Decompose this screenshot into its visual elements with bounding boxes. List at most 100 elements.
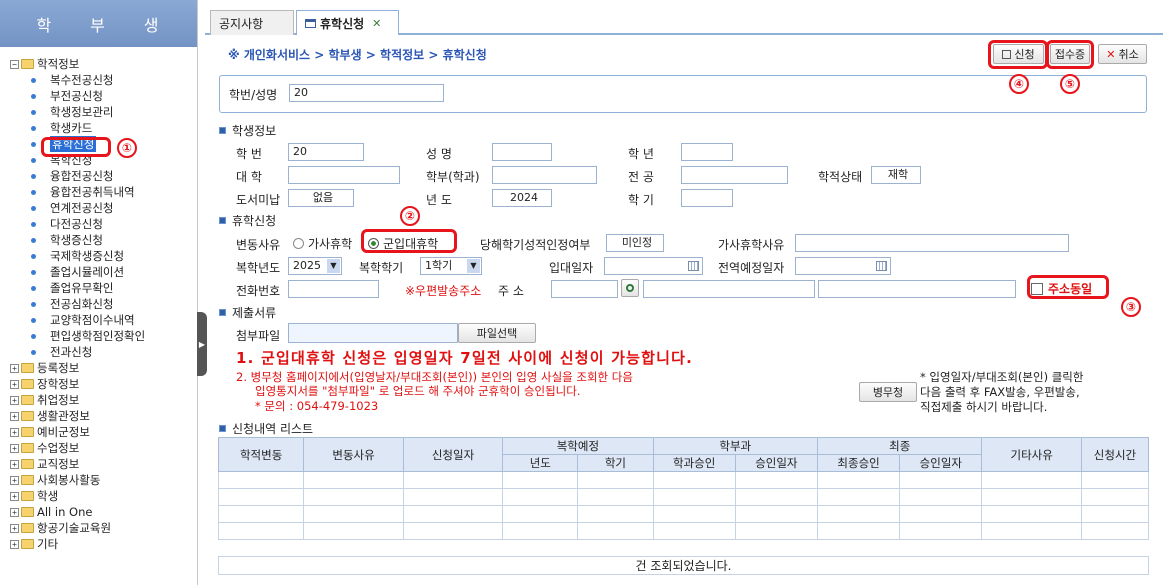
menu-folder[interactable]: + All in One: [10, 504, 145, 520]
menu-item[interactable]: 융합전공취득내역: [10, 184, 145, 200]
table-row[interactable]: [217, 522, 1150, 540]
menu-item[interactable]: 연계전공신청: [10, 200, 145, 216]
expand-icon[interactable]: +: [10, 475, 19, 485]
expand-icon[interactable]: +: [10, 395, 19, 405]
menu-item[interactable]: 전과신청: [10, 344, 145, 360]
family-reason-field[interactable]: [795, 234, 1069, 252]
expand-icon[interactable]: +: [10, 507, 19, 517]
major-field[interactable]: [681, 166, 788, 184]
enlist-date-field[interactable]: [604, 257, 703, 275]
acad-year-field[interactable]: 2024: [492, 189, 552, 207]
menu-item[interactable]: 학생정보관리: [10, 104, 145, 120]
term-field[interactable]: [681, 189, 733, 207]
menu-folder[interactable]: + 사회봉사활동: [10, 472, 145, 488]
file-select-button[interactable]: 파일선택: [458, 323, 536, 343]
expand-icon[interactable]: +: [10, 363, 19, 373]
phone-field[interactable]: [288, 280, 379, 298]
address-line1-field[interactable]: [643, 280, 815, 298]
student-name-field[interactable]: [492, 143, 552, 161]
attachment-field[interactable]: [288, 323, 458, 343]
expand-icon[interactable]: +: [10, 539, 19, 549]
table-cell: [303, 471, 404, 489]
col-header[interactable]: 년도: [502, 454, 579, 472]
menu-folder[interactable]: + 학생: [10, 488, 145, 504]
table-row[interactable]: [217, 488, 1150, 506]
address-line2-field[interactable]: [818, 280, 1016, 298]
col-header[interactable]: 변동사유: [303, 437, 404, 472]
menu-folder[interactable]: + 기타: [10, 536, 145, 552]
discharge-date-field[interactable]: [795, 257, 891, 275]
status-field[interactable]: 재학: [871, 166, 921, 184]
menu-folder[interactable]: + 항공기술교육원: [10, 520, 145, 536]
radio-family-leave[interactable]: 가사휴학: [293, 235, 352, 252]
tab-leave-application[interactable]: 휴학신청 ✕: [296, 10, 399, 35]
menu-folder[interactable]: + 장학정보: [10, 376, 145, 392]
menu-item[interactable]: 부전공신청: [10, 88, 145, 104]
col-header[interactable]: 학과승인: [652, 454, 736, 472]
expand-icon[interactable]: +: [10, 411, 19, 421]
tab-notice[interactable]: 공지사항: [210, 10, 294, 35]
menu-item[interactable]: 복수전공신청: [10, 72, 145, 88]
expand-icon[interactable]: +: [10, 443, 19, 453]
menu-item[interactable]: 융합전공신청: [10, 168, 145, 184]
student-year-field[interactable]: [681, 143, 733, 161]
table-row[interactable]: [217, 505, 1150, 523]
return-term-select[interactable]: 1학기 ▼: [420, 257, 482, 275]
menu-item[interactable]: 다전공신청: [10, 216, 145, 232]
menu-item[interactable]: 학생카드: [10, 120, 145, 136]
menu-item[interactable]: 편입생학점인정확인: [10, 328, 145, 344]
menu-item[interactable]: 교양학점이수내역: [10, 312, 145, 328]
col-header[interactable]: 최종: [816, 437, 983, 455]
col-header[interactable]: 승인일자: [899, 454, 983, 472]
enlist-date-label: 입대일자: [549, 261, 594, 275]
college-field[interactable]: [288, 166, 400, 184]
menu-folder[interactable]: + 생활관정보: [10, 408, 145, 424]
col-header[interactable]: 신청일자: [402, 437, 504, 472]
menu-item[interactable]: 국제학생증신청: [10, 248, 145, 264]
folder-icon: [21, 379, 34, 389]
dept-field[interactable]: [492, 166, 597, 184]
table-row[interactable]: [217, 471, 1150, 489]
expand-icon[interactable]: +: [10, 491, 19, 501]
expand-icon[interactable]: +: [10, 523, 19, 533]
table-cell: [816, 471, 901, 489]
menu-folder[interactable]: + 교직정보: [10, 456, 145, 472]
col-header[interactable]: 기타사유: [981, 437, 1082, 472]
folder-icon: [21, 507, 34, 517]
library-field[interactable]: 없음: [288, 189, 354, 207]
calendar-icon[interactable]: [688, 261, 699, 271]
sidebar-collapse-handle[interactable]: ▶: [197, 312, 207, 376]
expand-icon[interactable]: +: [10, 459, 19, 469]
search-icon[interactable]: [621, 279, 639, 297]
menu-item[interactable]: 전공심화신청: [10, 296, 145, 312]
cancel-button[interactable]: ✕ 취소: [1098, 44, 1147, 64]
menu-folder[interactable]: − 학적정보: [10, 56, 145, 72]
postal-code-field[interactable]: [551, 280, 618, 298]
menu-item[interactable]: 졸업유무확인: [10, 280, 145, 296]
col-header[interactable]: 신청시간: [1080, 437, 1150, 472]
grade-recognition-field[interactable]: 미인정: [606, 234, 664, 252]
col-header[interactable]: 학기: [577, 454, 654, 472]
menu-folder[interactable]: + 등록정보: [10, 360, 145, 376]
col-header[interactable]: 복학예정: [502, 437, 654, 455]
table-cell: [502, 505, 579, 523]
menu-item[interactable]: 졸업시뮬레이션: [10, 264, 145, 280]
mma-button[interactable]: 병무청: [859, 382, 917, 402]
menu-folder[interactable]: + 수업정보: [10, 440, 145, 456]
expand-icon[interactable]: +: [10, 379, 19, 389]
student-search-input[interactable]: 20: [289, 84, 444, 102]
menu-item[interactable]: 학생증신청: [10, 232, 145, 248]
student-id-field[interactable]: 20: [288, 143, 364, 161]
menu-folder[interactable]: + 예비군정보: [10, 424, 145, 440]
return-year-select[interactable]: 2025 ▼: [288, 257, 342, 275]
expand-icon[interactable]: +: [10, 427, 19, 437]
col-header[interactable]: 학부과: [652, 437, 818, 455]
col-header[interactable]: 승인일자: [734, 454, 818, 472]
col-header[interactable]: 학적변동: [217, 437, 305, 472]
calendar-icon[interactable]: [876, 261, 887, 271]
col-header[interactable]: 최종승인: [816, 454, 901, 472]
collapse-icon[interactable]: −: [10, 59, 19, 69]
menu-folder[interactable]: + 취업정보: [10, 392, 145, 408]
close-icon[interactable]: ✕: [372, 17, 381, 30]
student-year-label: 학 년: [628, 147, 654, 161]
